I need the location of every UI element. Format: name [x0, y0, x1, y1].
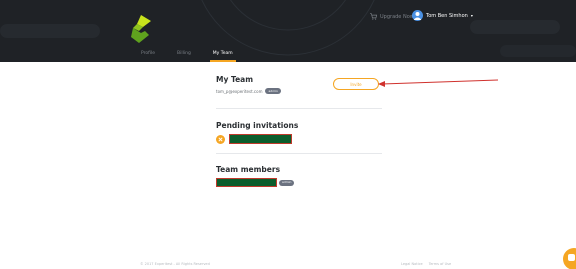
divider [216, 153, 382, 154]
redacted-member-email [216, 178, 277, 187]
cart-icon [370, 13, 377, 20]
user-name: Tom Ben Simhon [426, 12, 468, 19]
pending-invitation-row [216, 134, 382, 144]
team-member-row: admin [216, 178, 382, 187]
invite-button[interactable]: Invite [333, 78, 379, 90]
section-title-pending: Pending invitations [216, 121, 299, 130]
pending-invitations-section: Pending invitations [216, 121, 382, 144]
user-menu[interactable]: Tom Ben Simhon ▾ [412, 10, 473, 21]
logo-icon[interactable] [131, 15, 151, 43]
close-icon[interactable] [216, 134, 225, 144]
role-badge: admin [265, 88, 281, 94]
team-members-section: Team members admin [216, 165, 382, 187]
chat-bubble [568, 254, 575, 261]
annotation-arrow [378, 79, 498, 87]
footer-links: Legal Notice Terms of Use [401, 262, 451, 266]
tab-billing[interactable]: Billing [177, 51, 191, 61]
upgrade-now-link[interactable]: Upgrade Now [370, 13, 414, 20]
avatar-icon [412, 10, 423, 21]
divider [216, 108, 382, 109]
tab-profile[interactable]: Profile [141, 51, 155, 61]
chat-icon[interactable] [563, 248, 576, 269]
role-badge: admin [279, 179, 295, 186]
tab-my-team[interactable]: My Team [209, 51, 236, 62]
header-decoration [0, 0, 576, 57]
top-header: Upgrade Now Tom Ben Simhon ▾ Profile Bil… [0, 0, 576, 62]
chevron-down-icon: ▾ [470, 13, 473, 18]
footer-copyright: © 2017 Experitest - All Rights Reserved [140, 262, 210, 266]
account-tabs: Profile Billing My Team [141, 51, 255, 62]
legal-notice-link[interactable]: Legal Notice [401, 262, 423, 266]
terms-link[interactable]: Terms of Use [429, 262, 451, 266]
upgrade-now-label: Upgrade Now [380, 13, 414, 20]
account-email: tom_p@experitest.com [216, 88, 263, 94]
redacted-email [229, 134, 292, 144]
section-title-members: Team members [216, 165, 281, 174]
